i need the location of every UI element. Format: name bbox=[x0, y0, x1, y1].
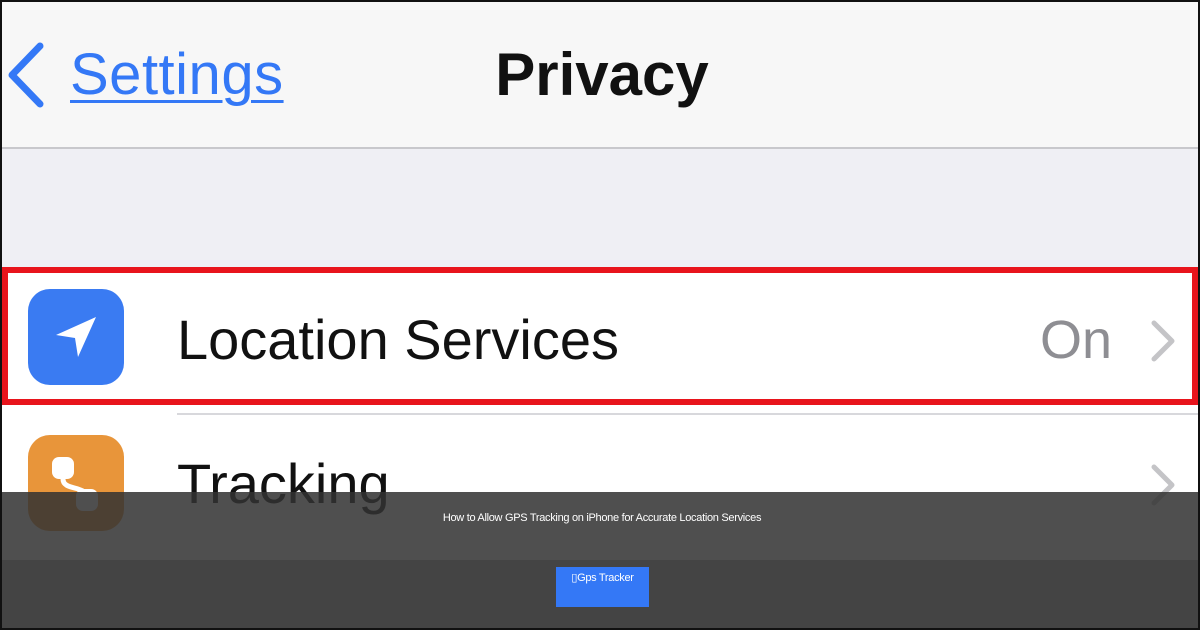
location-services-app-icon bbox=[28, 289, 124, 385]
list-item-location-services[interactable]: Location Services On bbox=[2, 267, 1198, 413]
location-arrow-icon bbox=[56, 317, 96, 357]
navigation-bar: Settings Privacy bbox=[2, 2, 1198, 149]
article-caption: How to Allow GPS Tracking on iPhone for … bbox=[442, 512, 762, 524]
screenshot-frame: Settings Privacy Location Services On Tr… bbox=[0, 0, 1200, 630]
chevron-right-icon bbox=[1151, 320, 1175, 362]
page-title: Privacy bbox=[495, 41, 709, 108]
list-item-label: Location Services bbox=[177, 308, 620, 371]
list-item-value: On bbox=[1039, 310, 1112, 370]
gps-tracker-button[interactable]: ▯Gps Tracker bbox=[556, 567, 649, 607]
